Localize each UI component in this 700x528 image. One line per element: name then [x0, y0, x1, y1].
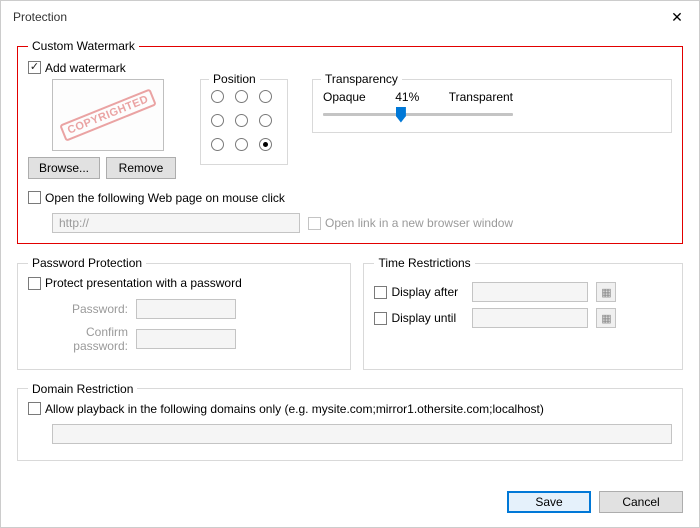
- position-radio-mc[interactable]: [235, 114, 248, 127]
- dialog-footer: Save Cancel: [1, 481, 699, 527]
- password-row: Password:: [28, 299, 340, 319]
- dialog-body: Custom Watermark Add watermark COPYRIGHT…: [1, 33, 699, 481]
- new-window-label: Open link in a new browser window: [325, 216, 513, 230]
- watermark-preview-column: COPYRIGHTED Browse... Remove: [52, 79, 176, 179]
- watermark-buttons: Browse... Remove: [28, 157, 176, 179]
- protection-dialog: Protection ✕ Custom Watermark Add waterm…: [0, 0, 700, 528]
- position-radio-tc[interactable]: [235, 90, 248, 103]
- calendar-icon[interactable]: ▦: [596, 282, 616, 302]
- transparency-slider-wrap: Opaque 41% Transparent: [323, 90, 513, 124]
- position-radio-grid: [211, 90, 277, 156]
- display-until-label: Display until: [391, 311, 456, 325]
- domains-input-row: [28, 424, 672, 444]
- transparent-label: Transparent: [449, 90, 513, 104]
- cancel-button[interactable]: Cancel: [599, 491, 683, 513]
- slider-thumb-icon[interactable]: [396, 107, 406, 123]
- dialog-title: Protection: [13, 10, 655, 24]
- checkbox-icon: [28, 402, 41, 415]
- display-until-input[interactable]: [472, 308, 588, 328]
- display-until-row: Display until ▦: [374, 308, 672, 328]
- time-restrictions-group: Time Restrictions Display after ▦ Displa…: [363, 256, 683, 370]
- remove-button[interactable]: Remove: [106, 157, 176, 179]
- domains-input[interactable]: [52, 424, 672, 444]
- add-watermark-checkbox[interactable]: Add watermark: [28, 61, 126, 75]
- display-after-row: Display after ▦: [374, 282, 672, 302]
- confirm-password-input[interactable]: [136, 329, 236, 349]
- checkbox-icon: [28, 191, 41, 204]
- time-legend: Time Restrictions: [374, 256, 474, 270]
- transparency-labels: Opaque 41% Transparent: [323, 90, 513, 104]
- watermark-preview: COPYRIGHTED: [52, 79, 164, 151]
- allow-domains-label: Allow playback in the following domains …: [45, 402, 544, 416]
- open-link-label: Open the following Web page on mouse cli…: [45, 191, 285, 205]
- protect-password-checkbox[interactable]: Protect presentation with a password: [28, 276, 242, 290]
- close-button[interactable]: ✕: [655, 1, 699, 33]
- position-radio-ml[interactable]: [211, 114, 224, 127]
- custom-watermark-group: Custom Watermark Add watermark COPYRIGHT…: [17, 39, 683, 244]
- url-row: Open link in a new browser window: [28, 213, 672, 233]
- position-radio-tl[interactable]: [211, 90, 224, 103]
- allow-domains-checkbox[interactable]: Allow playback in the following domains …: [28, 402, 544, 416]
- display-until-checkbox[interactable]: Display until: [374, 311, 464, 325]
- checkbox-icon: [28, 277, 41, 290]
- transparency-group: Transparency Opaque 41% Transparent: [312, 79, 672, 133]
- position-radio-bl[interactable]: [211, 138, 224, 151]
- display-after-label: Display after: [391, 285, 458, 299]
- checkbox-icon: [374, 286, 387, 299]
- protect-password-label: Protect presentation with a password: [45, 276, 242, 290]
- custom-watermark-legend: Custom Watermark: [28, 39, 139, 53]
- transparency-value: 41%: [395, 90, 419, 104]
- position-group: Position: [200, 79, 288, 165]
- domain-legend: Domain Restriction: [28, 382, 137, 396]
- slider-track-line: [323, 113, 513, 116]
- position-radio-bc[interactable]: [235, 138, 248, 151]
- position-radio-tr[interactable]: [259, 90, 272, 103]
- password-input[interactable]: [136, 299, 236, 319]
- transparency-legend: Transparency: [321, 72, 402, 86]
- position-radio-mr[interactable]: [259, 114, 272, 127]
- password-field-label: Password:: [28, 302, 128, 316]
- checkbox-icon: [308, 217, 321, 230]
- display-after-input[interactable]: [472, 282, 588, 302]
- position-legend: Position: [209, 72, 260, 86]
- save-button[interactable]: Save: [507, 491, 591, 513]
- url-input[interactable]: [52, 213, 300, 233]
- new-window-checkbox[interactable]: Open link in a new browser window: [308, 216, 513, 230]
- password-legend: Password Protection: [28, 256, 146, 270]
- browse-button[interactable]: Browse...: [28, 157, 100, 179]
- open-link-checkbox[interactable]: Open the following Web page on mouse cli…: [28, 191, 285, 205]
- checkbox-icon: [28, 61, 41, 74]
- confirm-password-row: Confirm password:: [28, 325, 340, 353]
- password-time-row: Password Protection Protect presentation…: [17, 250, 683, 376]
- checkbox-icon: [374, 312, 387, 325]
- display-after-checkbox[interactable]: Display after: [374, 285, 464, 299]
- password-protection-group: Password Protection Protect presentation…: [17, 256, 351, 370]
- watermark-stamp-icon: COPYRIGHTED: [59, 88, 157, 141]
- titlebar: Protection ✕: [1, 1, 699, 33]
- transparency-slider[interactable]: [323, 106, 513, 124]
- confirm-password-label: Confirm password:: [28, 325, 128, 353]
- domain-restriction-group: Domain Restriction Allow playback in the…: [17, 382, 683, 462]
- calendar-icon[interactable]: ▦: [596, 308, 616, 328]
- watermark-controls-row: COPYRIGHTED Browse... Remove Position: [52, 79, 672, 179]
- position-radio-br[interactable]: [259, 138, 272, 151]
- close-icon: ✕: [671, 9, 683, 26]
- add-watermark-label: Add watermark: [45, 61, 126, 75]
- opaque-label: Opaque: [323, 90, 366, 104]
